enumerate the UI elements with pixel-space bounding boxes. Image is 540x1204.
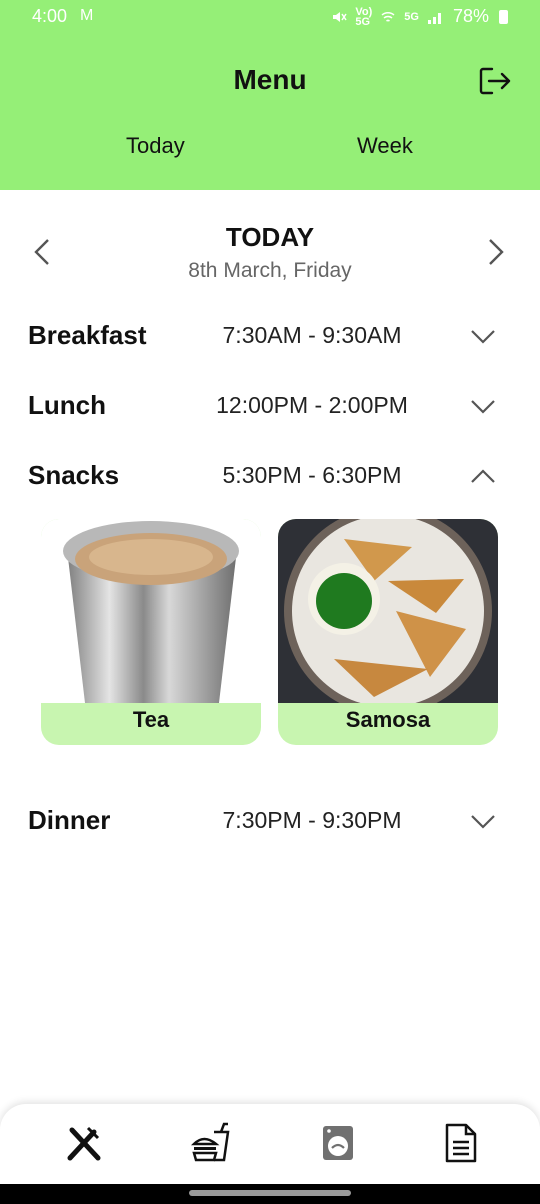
volte-indicator: Vo) 5G bbox=[355, 5, 373, 28]
washing-machine-icon[interactable] bbox=[318, 1122, 360, 1164]
meal-name: Snacks bbox=[28, 460, 120, 490]
gmail-icon: M bbox=[80, 7, 94, 24]
meal-time: 12:00PM - 2:00PM bbox=[216, 392, 408, 418]
meal-time: 5:30PM - 6:30PM bbox=[222, 462, 402, 488]
fork-knife-icon[interactable] bbox=[64, 1122, 106, 1164]
chevron-down-icon[interactable] bbox=[470, 809, 496, 833]
food-label: Samosa bbox=[345, 707, 431, 732]
home-indicator[interactable] bbox=[189, 1190, 351, 1196]
day-date: 8th March, Friday bbox=[188, 259, 352, 282]
meal-time: 7:30AM - 9:30AM bbox=[222, 322, 402, 348]
meal-name: Lunch bbox=[28, 390, 106, 420]
next-day-icon[interactable] bbox=[484, 236, 508, 268]
food-card-tea[interactable]: Tea bbox=[41, 519, 261, 745]
tea-image bbox=[41, 519, 261, 703]
status-bar: 4:00 M Vo) 5G 5G 78% bbox=[0, 0, 540, 34]
battery-percent: 78% bbox=[452, 6, 489, 26]
logout-icon[interactable] bbox=[478, 66, 512, 96]
chevron-down-icon[interactable] bbox=[470, 324, 496, 348]
signal-wifi-icon bbox=[381, 11, 395, 22]
page-title: Menu bbox=[233, 64, 307, 95]
food-card-samosa[interactable]: Samosa bbox=[278, 519, 498, 745]
meal-row-lunch[interactable]: Lunch 12:00PM - 2:00PM bbox=[0, 390, 540, 430]
burger-drink-icon[interactable] bbox=[190, 1122, 232, 1164]
app-header: 4:00 M Vo) 5G 5G 78% Menu Today Week bbox=[0, 0, 540, 190]
signal-icon bbox=[427, 12, 441, 24]
chevron-down-icon[interactable] bbox=[470, 394, 496, 418]
meal-row-breakfast[interactable]: Breakfast 7:30AM - 9:30AM bbox=[0, 320, 540, 360]
mute-icon bbox=[333, 11, 347, 22]
meal-name: Breakfast bbox=[28, 320, 147, 350]
document-icon[interactable] bbox=[440, 1122, 482, 1164]
5g-indicator: 5G bbox=[404, 10, 419, 23]
meal-name: Dinner bbox=[28, 805, 111, 835]
day-title: TODAY bbox=[225, 222, 315, 252]
tab-week[interactable]: Week bbox=[357, 133, 413, 159]
food-label: Tea bbox=[132, 707, 170, 732]
status-time: 4:00 bbox=[32, 6, 68, 26]
samosa-image bbox=[278, 519, 498, 703]
meal-row-dinner[interactable]: Dinner 7:30PM - 9:30PM bbox=[0, 805, 540, 845]
status-icons: Vo) 5G 5G 78% bbox=[331, 6, 508, 27]
tab-today[interactable]: Today bbox=[126, 133, 185, 159]
chevron-up-icon[interactable] bbox=[470, 464, 496, 488]
battery-icon bbox=[499, 9, 508, 24]
meal-row-snacks[interactable]: Snacks 5:30PM - 6:30PM bbox=[0, 460, 540, 500]
meal-time: 7:30PM - 9:30PM bbox=[222, 807, 402, 833]
